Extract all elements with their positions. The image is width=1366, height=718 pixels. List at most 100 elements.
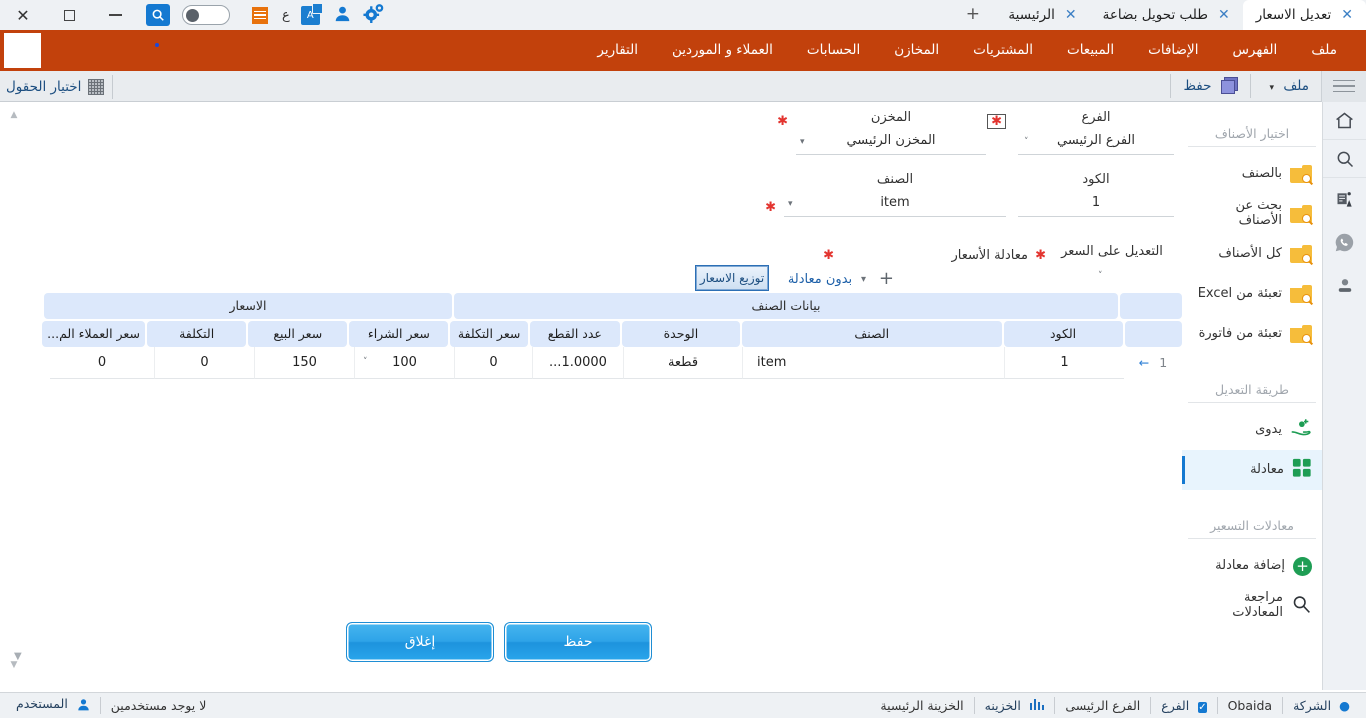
sidebar-item-fill-from-excel[interactable]: تعبئة من Excel [1182,274,1322,314]
chevron-down-icon[interactable]: ˅ [1024,137,1029,147]
gear-icon[interactable] [363,3,385,27]
cell-buy-price[interactable]: ˅ 100 [354,347,454,379]
price-formula-value[interactable]: بدون معادلة [786,268,854,292]
checkbox-icon[interactable]: ✓ [1198,702,1206,713]
menu-item-omalaa-mawredeen[interactable]: العملاء و الموردين [655,30,790,71]
grid-col-sell-price[interactable]: سعر البيع [248,321,347,347]
menu-toggle-button[interactable] [1321,71,1366,102]
sidebar-item-review-formulas[interactable]: مراجعة المعادلات [1182,586,1322,626]
grid-col-buy-price[interactable]: سعر الشراء [349,321,448,347]
row-number: 1 [1159,355,1167,370]
grid-col-item[interactable]: الصنف [742,321,1002,347]
cell-customer-price[interactable]: 0 [50,347,154,379]
cell-piece-count[interactable]: 1.0000... [532,347,623,379]
grid-col-code[interactable]: الكود [1004,321,1123,347]
sidebar-item-formula[interactable]: معادلة [1182,450,1322,490]
tab-tadeel-asaar[interactable]: ✕ تعديل الاسعار [1243,0,1366,30]
cell-cost[interactable]: 0 [154,347,254,379]
branch-value[interactable]: الفرع الرئيسي [1018,129,1174,155]
status-user[interactable]: المستخدم [6,691,100,718]
titlebar-toggle-switch[interactable] [182,5,230,25]
chevron-down-icon[interactable]: ▾ [788,199,793,209]
sidebar-item-search-items[interactable]: بحث عن الأصناف [1182,194,1322,234]
menu-item-makhazen[interactable]: المخازن [877,30,956,71]
window-minimize-button[interactable] [92,0,138,30]
grid-col-cost-price[interactable]: سعر التكلفة [450,321,527,347]
sidebar-item-manual[interactable]: يدوى [1182,410,1322,450]
chevron-down-icon[interactable]: ˅ [363,347,368,378]
sidebar-item-fill-from-invoice[interactable]: تعبئة من فاتورة [1182,314,1322,354]
menu-item-malaf[interactable]: ملف [1294,30,1354,71]
status-company[interactable]: ● الشركة [1283,693,1360,718]
tab-talab-tahweel[interactable]: ✕ طلب تحويل بضاعة [1090,0,1243,30]
chevron-down-icon[interactable]: ˅ [1098,271,1103,281]
grid-col-cost[interactable]: التكلفة [147,321,246,347]
sidebar-item-add-formula[interactable]: + إضافة معادلة [1182,546,1322,586]
store-value[interactable]: المخزن الرئيسي [796,129,986,155]
tab-close-icon[interactable]: ✕ [1065,7,1077,23]
sidebar-item-label: كل الأصناف [1192,247,1282,262]
window-close-button[interactable]: ✕ [0,0,46,30]
user-icon[interactable] [334,5,351,26]
menu-item-fahras[interactable]: الفهرس [1215,30,1294,71]
sidebar-item-label: تعبئة من فاتورة [1192,327,1282,342]
tab-raesia[interactable]: ✕ الرئيسية [995,0,1089,30]
row-number-cell[interactable]: 1 ← [1124,347,1182,379]
status-left-group: لا يوجد مستخدمين المستخدم [0,691,216,718]
tab-close-icon[interactable]: ✕ [1341,7,1353,23]
cell-sell-price[interactable]: 150 [254,347,354,379]
grid-col-unit[interactable]: الوحدة [622,321,740,347]
sidebar-item-all-items[interactable]: كل الأصناف [1182,234,1322,274]
rail-profile-button[interactable] [1323,264,1366,307]
new-tab-button[interactable]: + [966,4,980,24]
menu-item-mabeaat[interactable]: المبيعات [1050,30,1131,71]
minimize-icon [109,14,122,16]
language-indicator[interactable]: ع [282,8,290,23]
distribute-prices-button[interactable]: توزيع الاسعار [696,266,768,290]
grid-col-rownum[interactable] [1125,321,1182,347]
menu-item-moshtarayat[interactable]: المشتريات [956,30,1050,71]
sidebar-item-by-item[interactable]: بالصنف [1182,154,1322,194]
rail-search-button[interactable] [1323,140,1366,178]
rail-report-button[interactable] [1323,178,1366,221]
chevron-down-icon[interactable]: ▾ [861,274,866,285]
rail-home-button[interactable] [1323,102,1366,140]
translate-icon[interactable]: A [301,6,320,25]
branch-required-asterisk: ✱ [987,114,1006,129]
menu-item-edafat[interactable]: الإضافات [1131,30,1215,71]
cell-code[interactable]: 1 [1004,347,1124,379]
tab-label: الرئيسية [1008,7,1055,23]
item-value[interactable]: item [784,191,1006,217]
collapse-caret-icon[interactable]: ▼ [14,651,22,662]
scroll-up-arrow[interactable]: ▲ [8,110,20,122]
cell-cost-price[interactable]: 0 [454,347,532,379]
menu-item-taqareer[interactable]: التقارير [580,30,655,71]
tab-close-icon[interactable]: ✕ [1218,7,1230,23]
choose-fields-button[interactable]: اختيار الحقول [6,79,81,95]
cell-item[interactable]: item [742,347,1004,379]
toolbar-file-dropdown[interactable]: ملف ▾ [1257,78,1321,94]
close-button[interactable]: إغلاق [346,622,494,662]
status-branch[interactable]: ✓ الفرع [1151,693,1216,718]
status-right-group: ● الشركة Obaida ✓ الفرع الفرع الرئيسى ال… [870,693,1366,718]
grid-col-customer-price[interactable]: سعر العملاء الم... [42,321,145,347]
menu-item-hesabat[interactable]: الحسابات [790,30,877,71]
price-edit-value[interactable] [1050,263,1174,289]
save-button[interactable]: حفظ [504,622,652,662]
item-required-asterisk: ✱ [765,200,776,215]
manual-hand-icon [1290,419,1312,442]
grid-group-header-row: بيانات الصنف الاسعار [42,293,1182,321]
table-row[interactable]: 1 ← 1 item قطعة 1.0000... 0 ˅ 100 150 0 … [42,347,1182,379]
chevron-down-icon[interactable]: ▾ [800,137,805,147]
save-icon[interactable] [1221,77,1240,95]
window-maximize-button[interactable] [46,0,92,30]
toolbar-save-button[interactable]: حفظ [1177,78,1217,94]
status-treasury[interactable]: الخزينه [975,693,1055,718]
grid-col-piece-count[interactable]: عدد القطع [530,321,620,347]
cell-unit[interactable]: قطعة [623,347,742,379]
list-icon[interactable] [252,7,268,24]
add-formula-button[interactable]: + [879,268,894,290]
code-value[interactable]: 1 [1018,191,1174,217]
titlebar-search-button[interactable] [146,4,170,26]
rail-whatsapp-button[interactable] [1323,221,1366,264]
